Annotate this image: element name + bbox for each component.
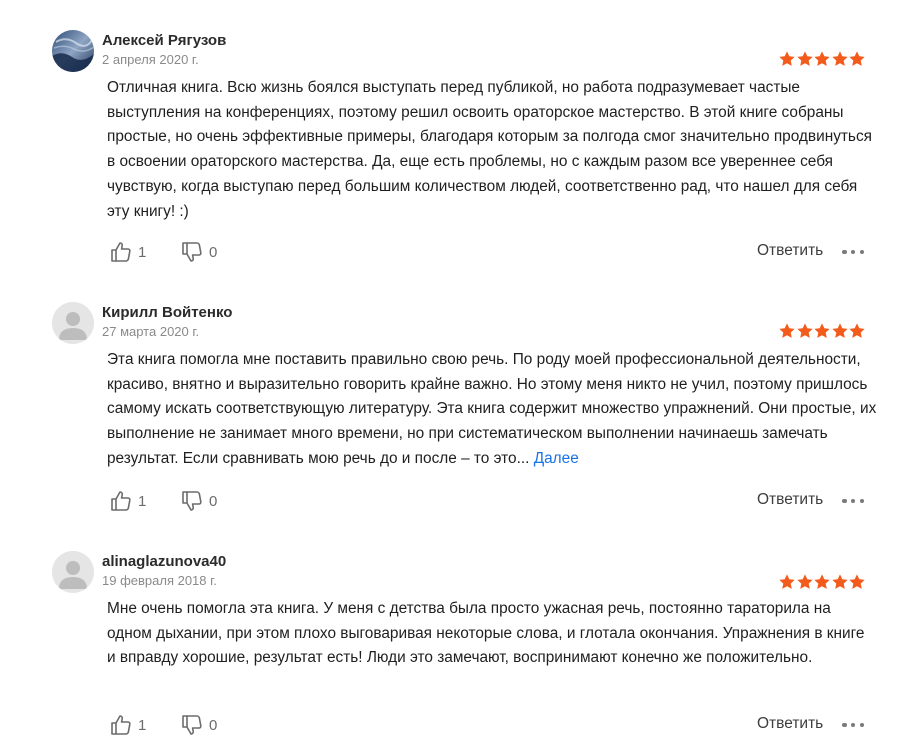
star-icon bbox=[849, 51, 865, 66]
avatar[interactable] bbox=[52, 30, 94, 72]
thumbs-down-icon bbox=[182, 242, 202, 262]
like-count: 1 bbox=[138, 716, 147, 734]
review-text: Эта книга помогла мне поставить правильн… bbox=[107, 348, 877, 472]
review-body: Мне очень помогла эта книга. У меня с де… bbox=[107, 600, 865, 667]
dot-icon bbox=[842, 249, 847, 255]
dot-icon bbox=[850, 249, 856, 255]
dislike-count: 0 bbox=[209, 492, 218, 510]
rating-stars bbox=[778, 50, 866, 68]
star-icon bbox=[796, 51, 813, 66]
dot-icon bbox=[850, 498, 856, 504]
star-icon bbox=[796, 574, 813, 589]
star-icon bbox=[814, 574, 830, 589]
review-date: 2 апреля 2020 г. bbox=[102, 52, 199, 67]
user-placeholder-icon bbox=[52, 551, 94, 593]
star-icon bbox=[831, 323, 848, 338]
star-icon bbox=[831, 51, 848, 66]
dislike-count: 0 bbox=[209, 716, 218, 734]
like-button[interactable]: 1 bbox=[109, 487, 146, 515]
dislike-count: 0 bbox=[209, 243, 218, 261]
star-icon bbox=[779, 51, 795, 66]
dot-icon bbox=[842, 722, 847, 728]
dot-icon bbox=[859, 249, 864, 255]
review-actions: 1 0 Ответить bbox=[0, 711, 905, 738]
review-date: 19 февраля 2018 г. bbox=[102, 573, 217, 588]
thumbs-down-icon bbox=[182, 715, 202, 735]
star-icon bbox=[814, 323, 830, 338]
thumbs-up-icon bbox=[111, 242, 131, 262]
read-more-link[interactable]: Далее bbox=[534, 450, 579, 467]
author-name[interactable]: alinaglazunova40 bbox=[102, 553, 226, 570]
reply-button[interactable]: Ответить bbox=[757, 491, 823, 509]
rating-stars bbox=[778, 322, 866, 340]
author-name[interactable]: Алексей Рягузов bbox=[102, 32, 226, 49]
review-actions: 1 0 Ответить bbox=[0, 238, 905, 268]
thumbs-down-icon bbox=[182, 491, 202, 511]
dot-icon bbox=[842, 498, 847, 504]
star-icon bbox=[849, 323, 865, 338]
dot-icon bbox=[850, 722, 856, 728]
reply-button[interactable]: Ответить bbox=[757, 242, 823, 260]
like-count: 1 bbox=[138, 243, 147, 261]
dot-icon bbox=[859, 722, 864, 728]
author-name[interactable]: Кирилл Войтенко bbox=[102, 304, 232, 321]
star-icon bbox=[831, 574, 848, 589]
rating-stars bbox=[778, 573, 866, 591]
thumbs-up-icon bbox=[111, 491, 131, 511]
star-icon bbox=[779, 574, 795, 589]
more-options-button[interactable] bbox=[842, 715, 864, 735]
star-icon bbox=[814, 51, 830, 66]
dot-icon bbox=[859, 498, 864, 504]
review-body: Отличная книга. Всю жизнь боялся выступа… bbox=[107, 79, 872, 220]
avatar[interactable] bbox=[52, 551, 94, 593]
dislike-button[interactable]: 0 bbox=[180, 487, 217, 515]
like-button[interactable]: 1 bbox=[109, 711, 146, 738]
dislike-button[interactable]: 0 bbox=[180, 238, 217, 266]
more-options-button[interactable] bbox=[842, 491, 864, 511]
review-text: Мне очень помогла эта книга. У меня с де… bbox=[107, 597, 877, 671]
review-text: Отличная книга. Всю жизнь боялся выступа… bbox=[107, 76, 877, 224]
reply-button[interactable]: Ответить bbox=[757, 715, 823, 733]
user-placeholder-icon bbox=[52, 302, 94, 344]
star-icon bbox=[779, 323, 795, 338]
star-icon bbox=[849, 574, 865, 589]
review-actions: 1 0 Ответить bbox=[0, 487, 905, 517]
thumbs-up-icon bbox=[111, 715, 131, 735]
review-body: Эта книга помогла мне поставить правильн… bbox=[107, 351, 877, 467]
dislike-button[interactable]: 0 bbox=[180, 711, 217, 738]
star-icon bbox=[796, 323, 813, 338]
more-options-button[interactable] bbox=[842, 242, 864, 262]
like-count: 1 bbox=[138, 492, 147, 510]
review-date: 27 марта 2020 г. bbox=[102, 324, 200, 339]
like-button[interactable]: 1 bbox=[109, 238, 146, 266]
avatar[interactable] bbox=[52, 302, 94, 344]
